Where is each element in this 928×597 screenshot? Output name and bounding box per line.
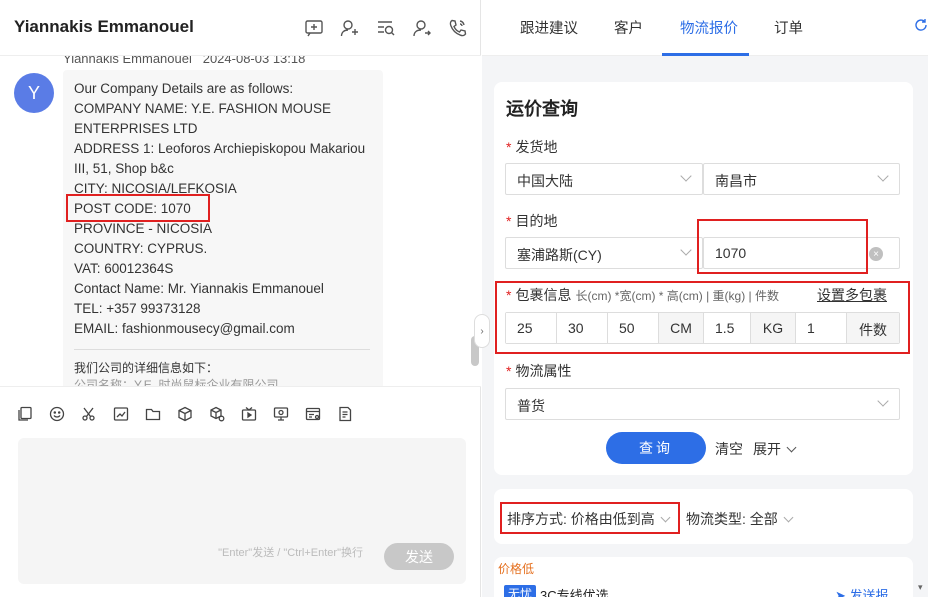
avatar[interactable]: Y [14, 73, 54, 113]
tab-follow-up[interactable]: 跟进建议 [520, 17, 578, 38]
attribute-select[interactable]: 普货 [505, 388, 900, 420]
search-history-icon[interactable] [375, 17, 397, 39]
sort-highlight-box [500, 502, 680, 534]
chevron-right-icon: › [480, 325, 484, 337]
add-note-icon[interactable] [303, 17, 325, 39]
tab-customer[interactable]: 客户 [614, 17, 643, 38]
query-button[interactable]: 查询 [606, 432, 706, 464]
message-line: ADDRESS 1: Leoforos Archiepiskopou Makar… [74, 141, 366, 156]
emoji-icon[interactable] [48, 405, 65, 422]
scroll-down-icon[interactable]: ▾ [918, 582, 926, 597]
message-line: COMPANY NAME: Y.E. FASHION MOUSE [74, 101, 332, 116]
cheapest-tag: 价格低 [498, 562, 535, 576]
refresh-icon[interactable] [914, 18, 928, 35]
message-line: Our Company Details are as follows: [74, 81, 294, 96]
add-contact-icon[interactable] [339, 17, 361, 39]
order-form-icon[interactable] [336, 405, 353, 422]
product-box-icon[interactable] [176, 405, 193, 422]
translation-line: 我们公司的详细信息如下： [74, 361, 219, 375]
chevron-down-icon [786, 442, 797, 453]
message-meta: Yiannakis Emmanouel 2024-08-03 13:18 [63, 56, 305, 66]
origin-city-select[interactable]: 南昌市 [703, 163, 900, 195]
side-panel: 跟进建议 客户 物流报价 订单 运价查询 * 发货地 中国大陆 南昌市 * 目的地 … [482, 0, 928, 597]
live-icon[interactable] [240, 405, 257, 422]
contact-name: Yiannakis Emmanouel [14, 17, 194, 36]
message-sender: Yiannakis Emmanouel [63, 56, 192, 66]
copy-icon[interactable] [16, 405, 33, 422]
folder-icon[interactable] [144, 405, 161, 422]
send-quote-button[interactable]: ➤ 发送报 [835, 585, 889, 597]
origin-label: * 发货地 [506, 139, 558, 155]
route-name: 3C专线优选 [540, 588, 609, 597]
clear-input-icon[interactable]: × [869, 247, 883, 261]
active-tab-indicator [662, 53, 749, 56]
clear-button[interactable]: 清空 [715, 439, 743, 459]
tab-bar: 跟进建议 客户 物流报价 订单 [482, 0, 928, 56]
message-line: COUNTRY: CYPRUS. [74, 241, 208, 256]
expand-button[interactable]: 展开 [753, 439, 797, 459]
message-line: Contact Name: Mr. Yiannakis Emmanouel [74, 281, 324, 296]
product-list-icon[interactable] [208, 405, 225, 422]
logistics-type-dropdown[interactable]: 物流类型: 全部 [686, 509, 794, 529]
send-button[interactable]: 发送 [384, 543, 454, 570]
quote-card-icon[interactable] [304, 405, 321, 422]
transfer-user-icon[interactable] [411, 17, 433, 39]
origin-country-value: 中国大陆 [517, 173, 573, 189]
message-line: VAT: 60012364S [74, 261, 174, 276]
header-actions [303, 17, 469, 39]
card-title: 运价查询 [506, 99, 578, 119]
chevron-down-icon [680, 244, 692, 256]
attribute-label: * 物流属性 [506, 363, 572, 379]
message-line: EMAIL: fashionmousecy@gmail.com [74, 321, 295, 336]
message-list[interactable]: Yiannakis Emmanouel 2024-08-03 13:18 Y O… [0, 56, 481, 386]
tab-orders[interactable]: 订单 [774, 17, 803, 38]
translation-line: 公司名称：Y.E. 时尚鼠标企业有限公司 [74, 378, 279, 386]
chevron-down-icon [783, 512, 794, 523]
postcode-highlight-box [66, 194, 210, 222]
origin-city-value: 南昌市 [715, 173, 757, 189]
message-line: ENTERPRISES LTD [74, 121, 198, 136]
message-line: III, 51, Shop b&c [74, 161, 174, 176]
call-icon[interactable] [447, 17, 469, 39]
chat-header: Yiannakis Emmanouel [0, 0, 481, 56]
origin-country-select[interactable]: 中国大陆 [505, 163, 703, 195]
message-input[interactable]: "Enter"发送 / "Ctrl+Enter"换行 发送 [18, 438, 466, 584]
tab-logistics-quote[interactable]: 物流报价 [680, 17, 738, 38]
message-bubble: Our Company Details are as follows: COMP… [63, 70, 383, 386]
collapse-panel-button[interactable]: › [474, 314, 490, 348]
chat-panel: Yiannakis Emmanouel Yiannakis Emmanouel … [0, 0, 481, 597]
scissors-icon[interactable] [80, 405, 97, 422]
destination-country-select[interactable]: 塞浦路斯(CY) [505, 237, 703, 269]
result-card[interactable]: 价格低 无忧 3C专线优选 ➤ 发送报 [494, 557, 913, 597]
message-time: 2024-08-03 13:18 [202, 56, 306, 66]
chevron-down-icon [680, 170, 692, 182]
message-line: PROVINCE - NICOSIA [74, 221, 213, 236]
sort-bar: 排序方式: 价格由低到高 物流类型: 全部 [494, 489, 913, 544]
postcode-highlight-box [697, 219, 868, 274]
attribute-value: 普货 [517, 398, 545, 414]
chart-icon[interactable] [112, 405, 129, 422]
package-highlight-box [495, 281, 910, 354]
destination-label: * 目的地 [506, 213, 558, 229]
message-line: TEL: +357 99373128 [74, 301, 201, 316]
worry-free-badge: 无忧 [504, 585, 537, 597]
chevron-down-icon [877, 170, 889, 182]
input-toolbar [0, 386, 481, 438]
send-hint: "Enter"发送 / "Ctrl+Enter"换行 [218, 547, 363, 559]
freight-query-card: 运价查询 * 发货地 中国大陆 南昌市 * 目的地 塞浦路斯(CY) 1070 × … [494, 82, 913, 475]
translation-divider [74, 349, 370, 350]
send-icon: ➤ [835, 588, 850, 597]
video-card-icon[interactable] [272, 405, 289, 422]
destination-country-value: 塞浦路斯(CY) [517, 247, 602, 263]
chevron-down-icon [877, 395, 889, 407]
